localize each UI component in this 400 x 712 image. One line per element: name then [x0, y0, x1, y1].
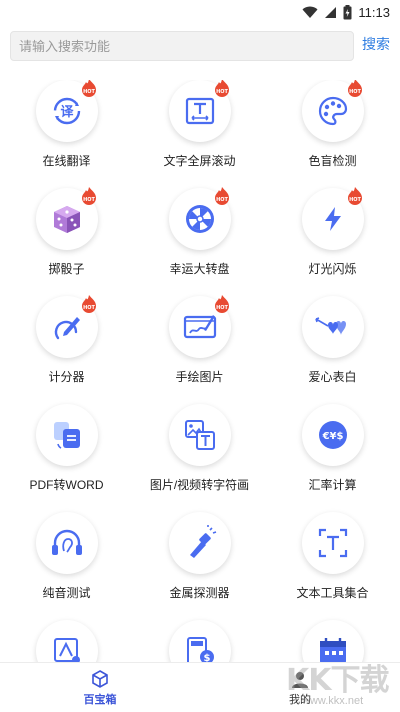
currency-icon: €¥$ — [319, 421, 347, 449]
status-bar: 11:13 — [0, 0, 400, 24]
icon-circle — [302, 296, 364, 358]
tool-tile-image-edit[interactable] — [0, 620, 133, 662]
headphone-icon — [52, 529, 82, 555]
tool-tile-translate[interactable]: 译 HOT 在线翻译 — [0, 80, 133, 188]
wifi-icon — [302, 6, 318, 18]
translate-icon: 译 — [53, 97, 81, 125]
hot-badge-icon: HOT — [348, 187, 362, 205]
palette-icon — [318, 96, 348, 126]
tool-label: 色盲检测 — [308, 154, 357, 168]
tool-label: 图片/视频转字符画 — [149, 478, 250, 492]
svg-text:HOT: HOT — [216, 89, 228, 95]
icon-circle — [36, 620, 98, 662]
tool-label: 幸运大转盘 — [169, 262, 230, 276]
hot-badge-icon: HOT — [348, 80, 362, 97]
pdf-convert-icon — [54, 422, 80, 449]
svg-text:HOT: HOT — [216, 197, 228, 203]
tool-tile-calculator-money[interactable]: $ — [133, 620, 266, 662]
tool-tile-wheel[interactable]: HOT 幸运大转盘 — [133, 187, 266, 296]
image-edit-icon — [54, 638, 80, 662]
drawing-board-icon — [183, 315, 217, 339]
nav-item-baobaoxiang[interactable]: 百宝箱 — [60, 669, 140, 707]
search-input[interactable] — [10, 31, 354, 61]
tool-label: 文本工具集合 — [296, 586, 369, 600]
svg-text:HOT: HOT — [349, 89, 361, 95]
lightning-icon — [325, 207, 341, 231]
tool-label: PDF转WORD — [29, 478, 104, 492]
tool-label: 纯音测试 — [42, 586, 91, 600]
status-time: 11:13 — [358, 4, 390, 20]
search-button[interactable]: 搜索 — [362, 34, 390, 54]
tool-tile-pdf-word[interactable]: PDF转WORD — [0, 404, 133, 512]
svg-text:HOT: HOT — [83, 305, 95, 311]
hot-badge-icon: HOT — [215, 187, 229, 205]
wheel-icon — [186, 205, 214, 233]
tool-label: 金属探测器 — [169, 586, 230, 600]
nav-label: 百宝箱 — [83, 694, 117, 706]
tool-label: 手绘图片 — [175, 370, 224, 384]
search-row: 搜索 — [0, 30, 400, 62]
metal-detector-icon — [190, 525, 217, 558]
svg-text:HOT: HOT — [83, 89, 95, 95]
svg-text:$: $ — [204, 653, 211, 662]
tool-tile-scorer[interactable]: HOT 计分器 — [0, 295, 133, 404]
tool-label: 灯光闪烁 — [308, 262, 357, 276]
icon-circle — [302, 512, 364, 574]
hearts-icon — [315, 317, 346, 335]
tool-label: 汇率计算 — [308, 478, 357, 492]
svg-text:HOT: HOT — [216, 305, 228, 311]
hot-badge-icon: HOT — [215, 80, 229, 97]
tool-tile-flash[interactable]: HOT 灯光闪烁 — [266, 187, 399, 296]
score-pen-icon — [54, 317, 80, 340]
tool-tile-currency[interactable]: €¥$ 汇率计算 — [266, 404, 399, 512]
battery-charging-icon — [343, 4, 352, 19]
tool-label: 在线翻译 — [42, 154, 91, 168]
tool-tile-love[interactable]: 爱心表白 — [266, 296, 399, 404]
tool-label: 掷骰子 — [48, 262, 85, 276]
tool-tile-metal-detector[interactable]: 金属探测器 — [133, 512, 266, 620]
tool-tile-text-scroll[interactable]: HOT 文字全屏滚动 — [133, 80, 266, 188]
tool-tile-dice[interactable]: HOT 掷骰子 — [0, 187, 133, 296]
tool-tile-drawing[interactable]: HOT 手绘图片 — [133, 295, 266, 404]
text-scroll-icon — [185, 97, 215, 125]
icon-circle: €¥$ — [302, 404, 364, 466]
icon-circle: $ — [169, 620, 231, 662]
icon-circle — [169, 404, 231, 466]
signal-icon — [325, 6, 337, 18]
svg-text:HOT: HOT — [349, 197, 361, 203]
tool-label: 计分器 — [48, 370, 85, 384]
svg-text:€¥$: €¥$ — [322, 431, 344, 442]
hot-badge-icon: HOT — [215, 295, 229, 313]
tool-label: 爱心表白 — [308, 370, 357, 384]
tool-tile-color-blind[interactable]: HOT 色盲检测 — [266, 80, 399, 188]
watermark-url: www.kkx.net — [302, 695, 364, 707]
icon-circle — [36, 512, 98, 574]
tool-tile-pure-tone[interactable]: 纯音测试 — [0, 512, 133, 620]
tool-tile-text-tools[interactable]: 文本工具集合 — [266, 512, 399, 620]
text-tools-icon — [318, 528, 348, 558]
icon-circle — [36, 404, 98, 466]
cube-icon — [92, 670, 108, 688]
image-to-text-icon — [185, 420, 215, 450]
svg-text:译: 译 — [60, 105, 74, 120]
watermark-logo: KK下载 — [286, 663, 389, 698]
tool-tile-image-to-text[interactable]: 图片/视频转字符画 — [133, 404, 266, 512]
calculator-money-icon: $ — [187, 637, 214, 662]
tool-label: 文字全屏滚动 — [163, 154, 236, 168]
svg-text:HOT: HOT — [83, 197, 95, 203]
hot-badge-icon: HOT — [82, 80, 96, 97]
hot-badge-icon: HOT — [82, 295, 96, 313]
watermark: KK下载 www.kkx.net — [280, 655, 400, 712]
hot-badge-icon: HOT — [82, 187, 96, 205]
tool-grid: 译 HOT 在线翻译 HOT 文字全屏滚动 HOT 色盲检测 HOT 掷骰子 H… — [0, 80, 400, 662]
icon-circle — [169, 512, 231, 574]
